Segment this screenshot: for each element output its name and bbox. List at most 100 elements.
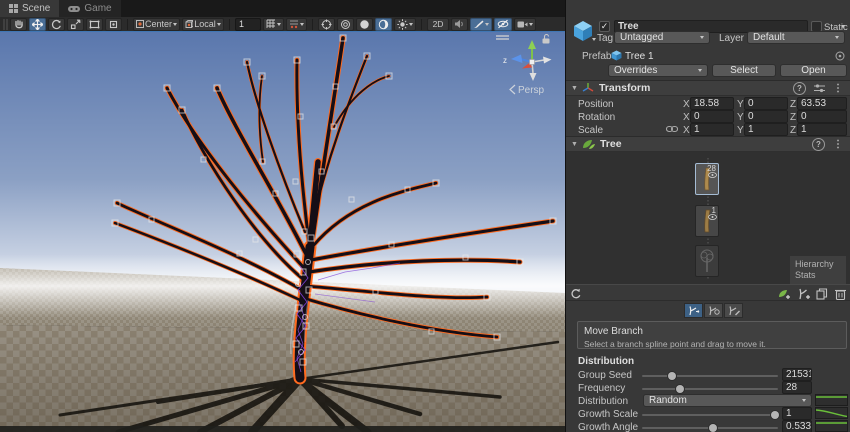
- duplicate-node-button[interactable]: [814, 287, 830, 300]
- prefab-cube-icon: [611, 50, 622, 61]
- grid-size-field[interactable]: 1: [235, 18, 261, 31]
- gizmo-crosshair-toggle[interactable]: [318, 18, 335, 31]
- tab-game[interactable]: Game: [59, 0, 120, 17]
- help-icon[interactable]: ?: [812, 138, 825, 151]
- pivot-mode-dropdown[interactable]: Center: [133, 18, 180, 31]
- growth-angle-curve-preview[interactable]: [815, 420, 848, 432]
- tree-node-branch-group-2[interactable]: 1: [695, 205, 719, 237]
- distribution-value: Random: [649, 395, 687, 406]
- effects-toggle[interactable]: [470, 18, 492, 31]
- freehand-branch-tool-button[interactable]: [724, 303, 743, 318]
- tag-dropdown[interactable]: Untagged: [614, 31, 710, 44]
- active-checkbox[interactable]: ✓: [599, 21, 610, 32]
- scale-z-field[interactable]: 1: [797, 123, 847, 136]
- tree-node-canvas[interactable]: 28 1 Hierarchy Stats: [566, 152, 850, 285]
- projection-label[interactable]: Persp: [518, 85, 545, 96]
- rotation-x-field[interactable]: 0: [690, 110, 734, 123]
- eye-icon[interactable]: [708, 172, 717, 178]
- position-z-field[interactable]: 63.53: [797, 97, 847, 110]
- transform-tool-button[interactable]: [105, 18, 122, 31]
- tree-node-branch-group-1[interactable]: 28: [695, 163, 719, 195]
- add-leaf-group-button[interactable]: [776, 287, 793, 300]
- distribution-dropdown[interactable]: Random: [643, 394, 812, 407]
- eye-icon[interactable]: [708, 214, 717, 220]
- group-seed-slider[interactable]: [642, 375, 778, 377]
- growth-scale-slider[interactable]: [642, 414, 778, 416]
- lighting-toggle[interactable]: [394, 18, 416, 31]
- help-icon[interactable]: ?: [793, 82, 806, 95]
- camera-icon: [517, 20, 528, 29]
- transform-header[interactable]: ▼ Transform ? ⋮: [566, 80, 850, 96]
- camera-settings-button[interactable]: [514, 18, 536, 31]
- frequency-value-field[interactable]: 28: [782, 381, 812, 394]
- tree-title: Tree: [600, 138, 622, 150]
- gizmo-center-cube[interactable]: [530, 60, 535, 65]
- gizmo-filled-toggle[interactable]: [356, 18, 373, 31]
- frequency-label: Frequency: [578, 383, 625, 394]
- snap-settings-button[interactable]: [286, 18, 307, 31]
- toolbar-drag-handle[interactable]: [3, 19, 8, 30]
- viewport-bottom-band: [0, 426, 565, 432]
- growth-scale-value-field[interactable]: 1: [782, 407, 812, 420]
- rotation-y-field[interactable]: 0: [744, 110, 788, 123]
- tab-scene-label: Scene: [22, 3, 50, 14]
- move-branch-tool-button[interactable]: [684, 303, 703, 318]
- gizmo-crescent-toggle[interactable]: [375, 18, 392, 31]
- crosshair-icon: [321, 19, 332, 30]
- gizmo-ring-toggle[interactable]: [337, 18, 354, 31]
- move-tool-button[interactable]: [29, 18, 46, 31]
- chevron-down-icon: [173, 23, 177, 26]
- growth-angle-slider[interactable]: [642, 427, 778, 429]
- chevron-down-icon: [300, 23, 304, 26]
- toolbar-separator: [229, 19, 230, 30]
- group-seed-value-field[interactable]: 215311: [782, 368, 812, 381]
- audio-toggle[interactable]: [451, 18, 468, 31]
- layer-dropdown[interactable]: Default: [747, 31, 845, 44]
- prefab-options-icon[interactable]: [835, 51, 845, 61]
- pivot-icon: [136, 20, 144, 28]
- foldout-icon[interactable]: ▼: [571, 141, 578, 148]
- prefab-overrides-dropdown[interactable]: Overrides: [608, 64, 708, 77]
- gizmo-z-label: z: [503, 56, 507, 65]
- delete-node-button[interactable]: [832, 287, 848, 300]
- rotate-branch-tool-button[interactable]: [704, 303, 723, 318]
- refresh-icon[interactable]: [570, 288, 582, 300]
- gameobject-icon-dropdown[interactable]: [592, 38, 596, 41]
- prefab-open-button[interactable]: Open: [780, 64, 847, 77]
- preset-icon[interactable]: [814, 84, 825, 93]
- scale-tool-button[interactable]: [67, 18, 84, 31]
- rect-tool-button[interactable]: [86, 18, 103, 31]
- frequency-slider[interactable]: [642, 388, 778, 390]
- rotate-icon: [51, 19, 62, 30]
- scale-x-field[interactable]: 1: [690, 123, 734, 136]
- distribution-curve-preview[interactable]: [815, 394, 848, 406]
- position-x-field[interactable]: 18.58: [690, 97, 734, 110]
- tree-node-root[interactable]: [695, 245, 719, 277]
- scale-y-field[interactable]: 1: [744, 123, 788, 136]
- growth-angle-value-field[interactable]: 0.533: [782, 420, 812, 432]
- tree-component-header[interactable]: ▼ Tree ? ⋮: [566, 136, 850, 152]
- sun-icon: [397, 19, 408, 30]
- 2d-toggle[interactable]: 2D: [427, 18, 449, 31]
- rotate-tool-button[interactable]: [48, 18, 65, 31]
- pivot-mode-label: Center: [145, 19, 172, 29]
- prefab-name[interactable]: Tree 1: [625, 51, 654, 62]
- scene-viewport[interactable]: z Persp: [0, 32, 565, 432]
- rotation-z-field[interactable]: 0: [797, 110, 847, 123]
- kebab-menu-icon[interactable]: ⋮: [833, 139, 843, 150]
- hand-tool-button[interactable]: [10, 18, 27, 31]
- static-dropdown-arrow[interactable]: [841, 25, 845, 28]
- link-scale-icon[interactable]: [666, 125, 678, 133]
- growth-scale-curve-preview[interactable]: [815, 407, 848, 419]
- tab-scene[interactable]: Scene: [0, 0, 59, 17]
- space-mode-dropdown[interactable]: Local: [182, 18, 224, 31]
- transform-component-icon: [582, 82, 594, 94]
- foldout-icon[interactable]: ▼: [571, 85, 578, 92]
- toolbar-separator: [127, 19, 128, 30]
- kebab-menu-icon[interactable]: ⋮: [833, 83, 843, 94]
- prefab-select-button[interactable]: Select: [712, 64, 776, 77]
- grid-visibility-button[interactable]: [263, 18, 284, 31]
- scene-visibility-toggle[interactable]: [494, 18, 512, 31]
- position-y-field[interactable]: 0: [744, 97, 788, 110]
- add-branch-group-button[interactable]: [795, 287, 812, 300]
